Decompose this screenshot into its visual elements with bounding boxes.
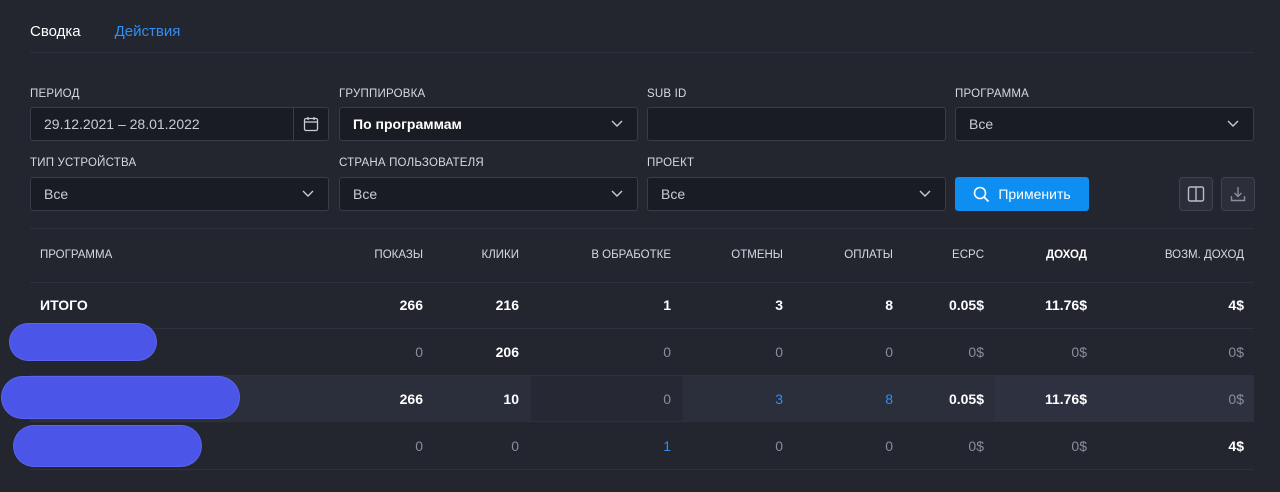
col-income[interactable]: ДОХОД [1046,249,1087,261]
tab-actions[interactable]: Действия [115,22,181,42]
divider [30,421,1254,422]
row2-payments-link[interactable]: 8 [885,391,893,407]
row1-payments: 0 [885,344,893,360]
row3-possible-income: 4$ [1228,438,1244,454]
divider [30,52,1254,53]
chevron-down-icon [302,190,314,197]
project-value: Все [661,186,686,202]
calendar-icon[interactable] [303,116,319,132]
total-income: 11.76$ [1044,297,1087,313]
period-label: ПЕРИОД [30,88,80,100]
grouping-value: По программам [353,116,462,132]
apply-button[interactable]: Применить [955,177,1089,211]
total-possible-income: 4$ [1228,297,1244,313]
period-field[interactable]: 29.12.2021 – 28.01.2022 [30,107,329,141]
download-icon [1230,187,1246,202]
col-shows[interactable]: ПОКАЗЫ [374,249,423,261]
row2-clicks: 10 [503,391,519,407]
row1-possible-income: 0$ [1228,344,1244,360]
row1-clicks: 206 [495,344,519,360]
col-payments[interactable]: ОПЛАТЫ [844,249,893,261]
project-label: ПРОЕКТ [647,157,695,169]
row1-ecpc: 0$ [968,344,984,360]
column-band [531,375,683,421]
column-band [995,375,1254,421]
divider [30,469,1254,470]
country-select[interactable]: Все [339,177,638,211]
chevron-down-icon [1227,120,1239,127]
redacted-program-name [14,426,201,466]
apply-label: Применить [998,186,1071,202]
project-select[interactable]: Все [647,177,946,211]
tabs: Сводка Действия [30,22,180,42]
device-label: ТИП УСТРОЙСТВА [30,157,137,169]
program-value: Все [969,116,994,132]
divider [30,282,1254,283]
row2-shows: 266 [399,391,423,407]
redacted-program-name [2,377,239,418]
col-processing[interactable]: В ОБРАБОТКЕ [591,249,671,261]
program-select[interactable]: Все [955,107,1254,141]
row2-ecpc: 0.05$ [948,391,984,407]
row3-ecpc: 0$ [968,438,984,454]
chevron-down-icon [611,120,623,127]
search-icon [974,186,990,202]
row1-shows: 0 [415,344,423,360]
chevron-down-icon [611,190,623,197]
col-program[interactable]: ПРОГРАММА [40,249,112,261]
device-select[interactable]: Все [30,177,329,211]
total-processing: 1 [663,297,671,313]
total-payments: 8 [885,297,893,313]
row3-processing-link[interactable]: 1 [663,438,671,454]
total-shows: 266 [399,297,423,313]
grouping-select[interactable]: По программам [339,107,638,141]
row3-income: 0$ [1071,438,1087,454]
country-value: Все [353,186,378,202]
grouping-label: ГРУППИРОВКА [339,88,426,100]
divider [293,108,294,140]
period-value: 29.12.2021 – 28.01.2022 [44,116,200,132]
divider [30,328,1254,329]
row3-payments: 0 [885,438,893,454]
row2-processing: 0 [663,391,671,407]
divider [30,375,1254,376]
row3-cancels: 0 [775,438,783,454]
subid-input[interactable] [647,107,946,141]
row1-processing: 0 [663,344,671,360]
row2-cancels-link[interactable]: 3 [775,391,783,407]
chevron-down-icon [919,190,931,197]
subid-label: SUB ID [647,88,687,100]
row1-cancels: 0 [775,344,783,360]
divider [30,228,1254,229]
tab-summary[interactable]: Сводка [30,22,81,42]
row2-income: 11.76$ [1044,391,1087,407]
country-label: СТРАНА ПОЛЬЗОВАТЕЛЯ [339,157,484,169]
device-value: Все [44,186,69,202]
total-label: ИТОГО [40,297,88,313]
col-ecpc[interactable]: ECPC [952,249,984,261]
columns-button[interactable] [1179,177,1213,211]
col-cancels[interactable]: ОТМЕНЫ [731,249,783,261]
total-clicks: 216 [495,297,519,313]
row1-income: 0$ [1071,344,1087,360]
total-cancels: 3 [775,297,783,313]
total-ecpc: 0.05$ [948,297,984,313]
col-clicks[interactable]: КЛИКИ [482,249,519,261]
row3-shows: 0 [415,438,423,454]
download-button[interactable] [1221,177,1255,211]
row2-possible-income: 0$ [1228,391,1244,407]
col-possible-income[interactable]: ВОЗМ. ДОХОД [1165,249,1244,261]
redacted-program-name [10,324,156,360]
columns-icon [1187,186,1205,202]
program-label: ПРОГРАММА [955,88,1030,100]
row3-clicks: 0 [511,438,519,454]
